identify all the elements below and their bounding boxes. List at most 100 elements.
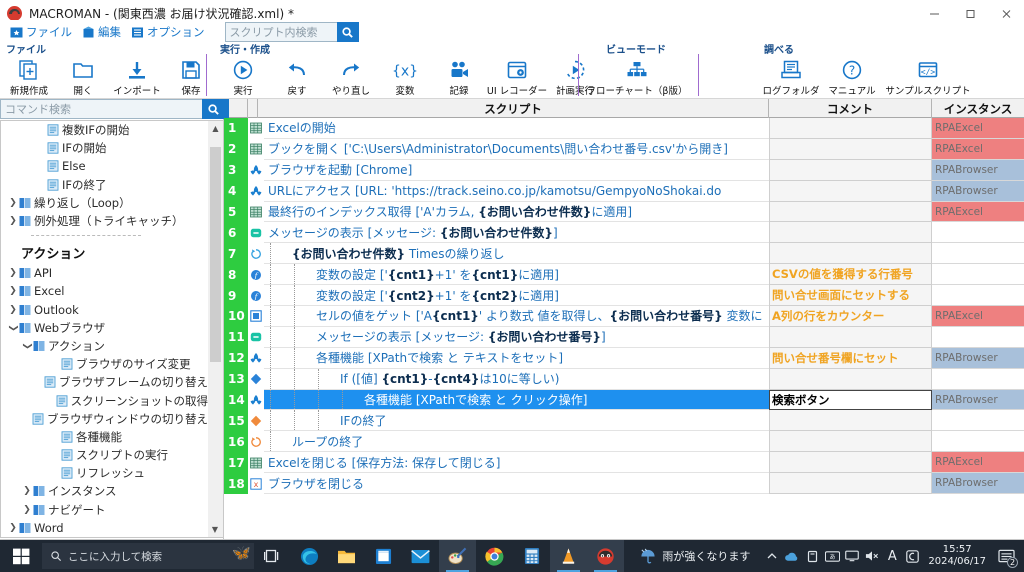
taskbar-clock[interactable]: 15:57 2024/06/17: [928, 544, 986, 568]
script-cell[interactable]: 変数の設定 ['{cnt2}+1' を{cnt2}に適用]: [264, 285, 769, 307]
comment-cell[interactable]: [769, 452, 932, 474]
comment-cell[interactable]: [769, 473, 932, 495]
show-hidden-icons-chevron[interactable]: [762, 540, 782, 572]
comment-cell[interactable]: [769, 368, 932, 390]
command-search-input[interactable]: [0, 99, 202, 119]
instance-cell[interactable]: [932, 264, 1024, 286]
instance-cell[interactable]: [932, 222, 1024, 244]
instance-cell[interactable]: RPAExcel: [932, 452, 1024, 474]
open-button[interactable]: 開く: [56, 57, 110, 97]
tree-item[interactable]: ブラウザフレームの切り替え: [1, 373, 208, 391]
script-cell[interactable]: ブラウザを起動 [Chrome]: [264, 159, 769, 181]
tree-item[interactable]: ❯ Webブラウザ: [1, 319, 208, 337]
instance-cell[interactable]: RPABrowser: [932, 389, 1024, 411]
chevron-right-icon[interactable]: ❯: [7, 216, 19, 226]
instance-cell[interactable]: RPAExcel: [932, 138, 1024, 160]
menu-edit[interactable]: 編集: [82, 24, 121, 40]
comment-cell[interactable]: 問い合せ画面にセットする: [769, 285, 932, 307]
tree-item[interactable]: ❯ Excel: [1, 282, 208, 300]
script-row[interactable]: 1 Excelの開始 RPAExcel: [224, 118, 1024, 139]
script-row[interactable]: 6 メッセージの表示 [メッセージ: {お問い合わせ件数}]: [224, 222, 1024, 244]
tree-item[interactable]: ブラウザのサイズ変更: [1, 355, 208, 373]
grid-header-comment[interactable]: コメント: [769, 99, 932, 118]
chevron-right-icon[interactable]: ❯: [7, 268, 19, 278]
comment-cell[interactable]: [769, 201, 932, 223]
script-row[interactable]: 9 f 変数の設定 ['{cnt2}+1' を{cnt2}に適用] 問い合せ画面にセッ…: [224, 285, 1024, 307]
ime-alpha-icon[interactable]: A: [882, 540, 902, 572]
tree-item[interactable]: ❯ Outlook: [1, 301, 208, 319]
script-row[interactable]: 16 ループの終了: [224, 431, 1024, 453]
onedrive-icon[interactable]: [782, 540, 802, 572]
chevron-up-icon[interactable]: ▲: [208, 121, 223, 136]
comment-cell[interactable]: 問い合せ番号欄にセット: [769, 347, 932, 369]
script-row[interactable]: 10 セルの値をゲット ['A{cnt1}' より数式 値を取得し、{お問い合わせ…: [224, 306, 1024, 327]
script-row[interactable]: 15 IFの終了: [224, 410, 1024, 432]
ui-recorder-button[interactable]: UI レコーダー: [486, 57, 548, 97]
script-cell[interactable]: ブックを開く ['C:\Users\Administrator\Document…: [264, 138, 769, 160]
comment-cell[interactable]: [769, 159, 932, 181]
undo-button[interactable]: 戻す: [270, 57, 324, 97]
vlc-icon[interactable]: [550, 540, 587, 572]
script-row[interactable]: 7 {お問い合わせ件数} Timesの繰り返し: [224, 243, 1024, 265]
comment-cell[interactable]: [769, 431, 932, 453]
comment-cell[interactable]: CSVの値を獲得する行番号: [769, 264, 932, 286]
script-row[interactable]: 2 ブックを開く ['C:\Users\Administrator\Documen…: [224, 138, 1024, 160]
display-icon[interactable]: [842, 540, 862, 572]
script-cell[interactable]: {お問い合わせ件数} Timesの繰り返し: [264, 243, 769, 265]
script-cell[interactable]: If ([値] {cnt1}-{cnt4}は10に等しい): [264, 368, 769, 390]
chevron-down-icon[interactable]: ❯: [22, 340, 32, 352]
instance-cell[interactable]: RPABrowser: [932, 180, 1024, 202]
file-explorer-icon[interactable]: [328, 540, 365, 572]
script-cell[interactable]: Excelの開始: [264, 118, 769, 139]
ime-tool-icon[interactable]: [902, 540, 922, 572]
tree-item[interactable]: ブラウザウィンドウの切り替え: [1, 410, 208, 428]
instance-cell[interactable]: RPABrowser: [932, 347, 1024, 369]
instance-cell[interactable]: RPAExcel: [932, 201, 1024, 223]
instance-cell[interactable]: RPAExcel: [932, 306, 1024, 327]
comment-cell[interactable]: [769, 410, 932, 432]
calculator-icon[interactable]: [513, 540, 550, 572]
script-cell[interactable]: Excelを閉じる [保存方法: 保存して閉じる]: [264, 452, 769, 474]
comment-cell[interactable]: A列の行をカウンター: [769, 306, 932, 327]
comment-cell[interactable]: [769, 118, 932, 139]
new-file-button[interactable]: 新規作成: [2, 57, 56, 97]
command-search-button[interactable]: [202, 99, 224, 119]
script-row[interactable]: 12 各種機能 [XPathで検索 と テキストをセット] 問い合せ番号欄にセット R…: [224, 347, 1024, 369]
tree-item[interactable]: スクリプトの実行: [1, 446, 208, 464]
script-cell[interactable]: メッセージの表示 [メッセージ: {お問い合わせ件数}]: [264, 222, 769, 244]
script-row[interactable]: 18 x ブラウザを閉じる RPABrowser: [224, 473, 1024, 495]
script-row[interactable]: 17 Excelを閉じる [保存方法: 保存して閉じる] RPAExcel: [224, 452, 1024, 474]
tree-item[interactable]: IFの開始: [1, 139, 208, 157]
tree-item[interactable]: IFの終了: [1, 176, 208, 194]
log-folder-button[interactable]: ログフォルダ: [760, 57, 822, 97]
grid-header-script[interactable]: スクリプト: [258, 99, 769, 118]
command-tree[interactable]: 複数IFの開始 IFの開始 Else IFの終了 ❯ 繰り返し（Loop） ❯ 例外処理（トラ…: [0, 120, 208, 538]
chevron-right-icon[interactable]: ❯: [7, 286, 19, 296]
network-icon[interactable]: [802, 540, 822, 572]
tree-item[interactable]: 各種機能: [1, 428, 208, 446]
comment-cell[interactable]: [769, 222, 932, 244]
record-button[interactable]: 記録: [432, 57, 486, 97]
script-row[interactable]: 3 ブラウザを起動 [Chrome] RPABrowser: [224, 159, 1024, 181]
instance-cell[interactable]: [932, 243, 1024, 265]
menu-options[interactable]: オプション: [131, 24, 205, 40]
script-row[interactable]: 13 If ([値] {cnt1}-{cnt4}は10に等しい): [224, 368, 1024, 390]
tree-item[interactable]: ❯ Word: [1, 519, 208, 537]
script-cell[interactable]: ループの終了: [264, 431, 769, 453]
task-view-icon[interactable]: [254, 540, 291, 572]
instance-cell[interactable]: [932, 431, 1024, 453]
tree-item[interactable]: Else: [1, 157, 208, 175]
chevron-down-icon[interactable]: ▼: [208, 522, 222, 537]
tree-item[interactable]: ❯ ナビゲート: [1, 501, 208, 519]
command-tree-scrollbar[interactable]: ▲ ▼: [208, 120, 224, 538]
script-cell[interactable]: 最終行のインデックス取得 ['A'カラム, {お問い合わせ件数}に適用]: [264, 201, 769, 223]
script-cell[interactable]: URLにアクセス [URL: 'https://track.seino.co.j…: [264, 180, 769, 202]
script-cell[interactable]: 各種機能 [XPathで検索 と クリック操作]: [264, 389, 769, 411]
script-cell[interactable]: 変数の設定 ['{cnt1}+1' を{cnt1}に適用]: [264, 264, 769, 286]
scrollbar-thumb[interactable]: [210, 147, 221, 362]
microsoft-store-icon[interactable]: [365, 540, 402, 572]
script-cell[interactable]: セルの値をゲット ['A{cnt1}' より数式 値を取得し、{お問い合わせ番号…: [264, 306, 769, 327]
volume-mute-icon[interactable]: [862, 540, 882, 572]
menu-file[interactable]: ファイル: [10, 24, 72, 40]
action-center-icon[interactable]: 2: [992, 540, 1020, 572]
